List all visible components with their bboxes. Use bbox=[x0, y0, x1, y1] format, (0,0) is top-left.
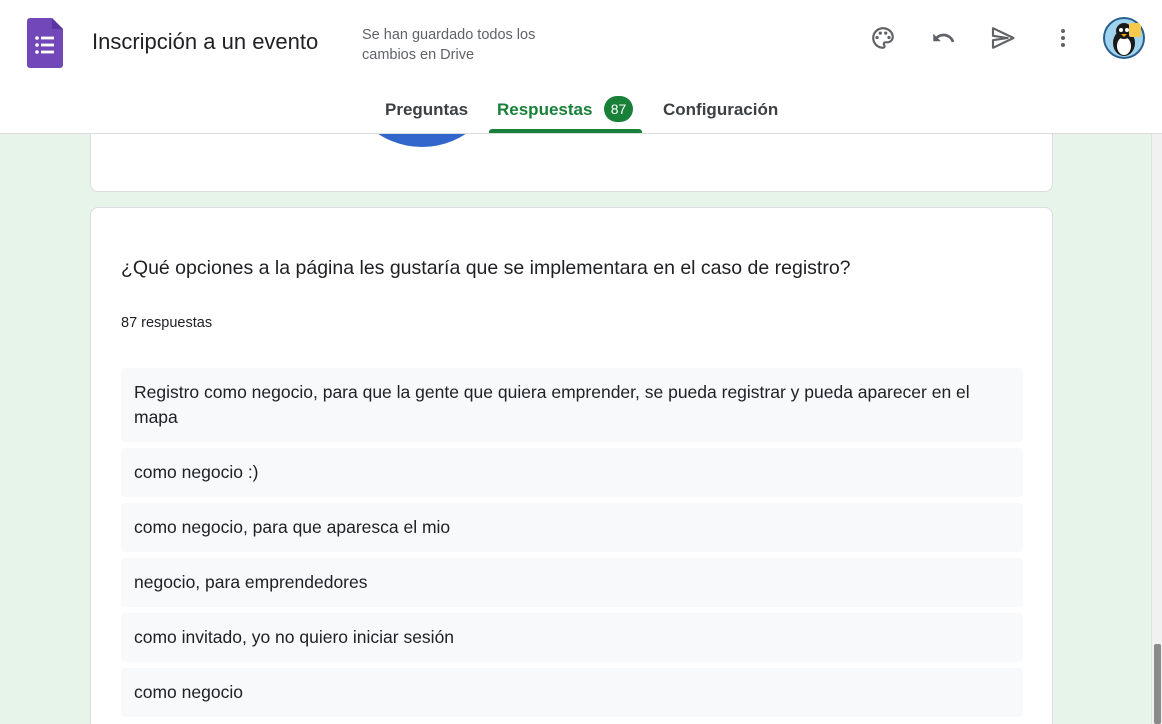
active-tab-indicator bbox=[489, 129, 642, 133]
responses-count-badge: 87 bbox=[604, 96, 633, 122]
question-title: ¿Qué opciones a la página les gustaría q… bbox=[121, 257, 851, 279]
tab-bar: Preguntas Respuestas Configuración bbox=[0, 90, 1162, 134]
answer-item: Registro como negocio, para que la gente… bbox=[121, 368, 1023, 442]
tab-configuracion[interactable]: Configuración bbox=[663, 90, 778, 134]
scrollbar-thumb[interactable] bbox=[1154, 644, 1161, 724]
avatar[interactable] bbox=[1103, 17, 1145, 59]
tab-respuestas-label: Respuestas bbox=[497, 100, 593, 119]
undo-icon[interactable] bbox=[923, 18, 963, 58]
answer-item: como negocio, para que aparesca el mio bbox=[121, 503, 1023, 552]
more-vert-icon[interactable] bbox=[1043, 18, 1083, 58]
answer-item: como negocio bbox=[121, 668, 1023, 717]
answer-list: Registro como negocio, para que la gente… bbox=[121, 368, 1023, 723]
save-status: Se han guardado todos los cambios en Dri… bbox=[362, 27, 536, 63]
app-header: Inscripción a un evento Se han guardado … bbox=[0, 0, 1162, 134]
answer-item: negocio, para emprendedores bbox=[121, 558, 1023, 607]
form-title[interactable]: Inscripción a un evento bbox=[92, 29, 318, 55]
send-icon[interactable] bbox=[983, 18, 1023, 58]
answer-item: como negocio :) bbox=[121, 448, 1023, 497]
tab-preguntas[interactable]: Preguntas bbox=[385, 90, 468, 134]
palette-icon[interactable] bbox=[863, 18, 903, 58]
response-count: 87 respuestas bbox=[121, 315, 213, 331]
answer-item: como invitado, yo no quiero iniciar sesi… bbox=[121, 613, 1023, 662]
tab-respuestas[interactable]: Respuestas bbox=[497, 90, 592, 134]
tab-configuracion-label: Configuración bbox=[663, 100, 779, 119]
question-summary-card: ¿Qué opciones a la página les gustaría q… bbox=[90, 207, 1053, 724]
page-scrollbar[interactable] bbox=[1151, 134, 1162, 724]
tab-preguntas-label: Preguntas bbox=[385, 100, 469, 119]
forms-logo-icon[interactable] bbox=[27, 18, 63, 68]
